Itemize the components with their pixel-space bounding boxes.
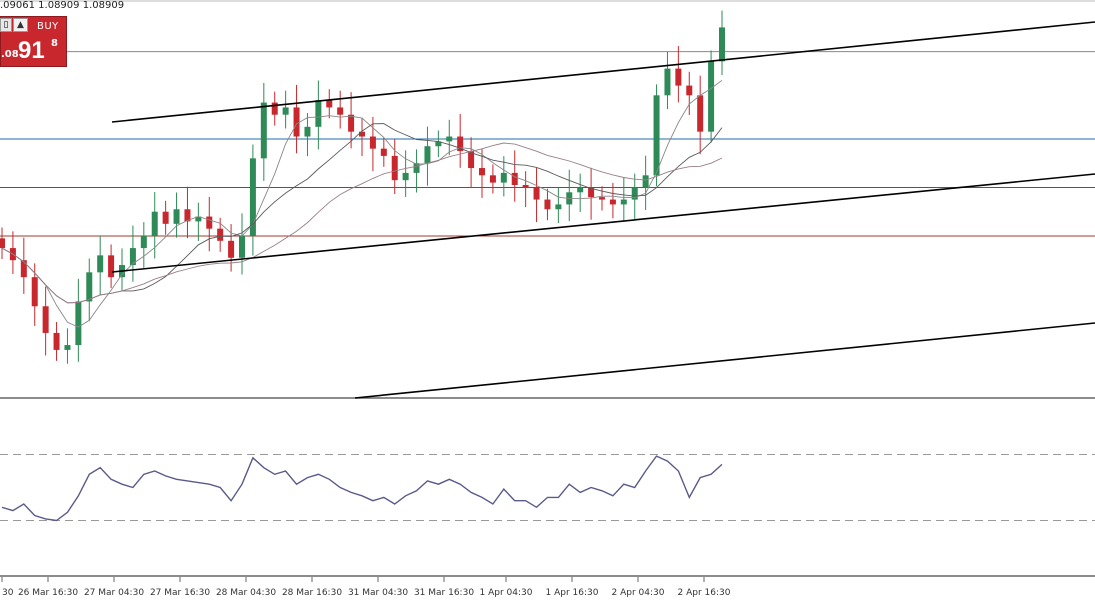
time-tick-label: 2 Apr 16:30 <box>678 588 731 598</box>
candle-body <box>489 175 496 183</box>
time-tick-label: 28 Mar 04:30 <box>216 588 276 598</box>
time-tick-label: 30 <box>2 588 14 598</box>
candle-body <box>446 136 453 142</box>
candle-body <box>664 68 671 96</box>
time-tick-label: 28 Mar 16:30 <box>282 588 342 598</box>
time-tick-label: 27 Mar 16:30 <box>150 588 210 598</box>
candle-body <box>413 163 420 173</box>
time-tick-label: 1 Apr 16:30 <box>546 588 599 598</box>
candle-body <box>140 235 147 249</box>
buy-price-superscript: 8 <box>51 38 58 49</box>
candle-body <box>402 172 409 181</box>
buy-price-big: 91 <box>18 37 45 64</box>
candle-body <box>348 114 355 132</box>
candle-body <box>239 235 245 258</box>
candle-body <box>326 100 333 108</box>
candle-body <box>675 68 682 86</box>
candle-body <box>609 199 616 205</box>
candle-body <box>533 187 540 200</box>
candle-body <box>522 185 529 188</box>
candle-body <box>97 255 104 273</box>
time-tick-label: 26 Mar 16:30 <box>18 588 78 598</box>
expand-arrow-icon[interactable]: ▲ <box>13 18 28 32</box>
candle-body <box>282 107 289 115</box>
candle-body <box>315 100 322 127</box>
time-tick-label: 27 Mar 04:30 <box>84 588 144 598</box>
candle-body <box>500 172 507 183</box>
candle-body <box>293 107 300 137</box>
candle-body <box>20 260 27 278</box>
candle-body <box>708 61 715 132</box>
candle-body <box>42 306 49 333</box>
candle-body <box>271 102 278 115</box>
candle-body <box>64 345 71 350</box>
candle-body <box>260 102 267 159</box>
time-tick-label: 31 Mar 16:30 <box>414 588 474 598</box>
candle-body <box>228 240 235 258</box>
lot-menu-button[interactable]: ▯ <box>0 18 12 32</box>
candle-body <box>369 136 376 149</box>
time-tick-label: 1 Apr 04:30 <box>480 588 533 598</box>
candle-body <box>642 175 649 188</box>
candle-body <box>173 209 180 224</box>
candle-body <box>686 85 693 96</box>
candle-body <box>75 301 82 346</box>
candle-body <box>0 238 5 249</box>
candle-body <box>337 107 344 115</box>
candle-body <box>86 272 93 302</box>
candle-body <box>697 95 704 132</box>
candle-body <box>653 95 660 176</box>
candle-body <box>511 172 518 186</box>
candle-body <box>555 204 562 210</box>
candle-body <box>304 126 311 137</box>
candle-body <box>151 211 158 236</box>
candle-body <box>31 277 38 307</box>
candle-body <box>620 199 627 205</box>
candle-body <box>577 187 584 193</box>
candle-body <box>599 197 605 200</box>
candle-body <box>206 216 213 229</box>
chart-background <box>0 0 1095 600</box>
one-click-trading-panel: BUY .08 91 8 ▯ ▲ <box>0 16 68 68</box>
candle-body <box>359 131 365 137</box>
ohlc-readout: .09061 1.08909 1.08909 <box>0 0 125 11</box>
candle-body <box>162 211 169 224</box>
candle-body <box>217 228 224 241</box>
time-tick-label: 31 Mar 04:30 <box>348 588 408 598</box>
buy-label: BUY <box>37 21 59 32</box>
candle-body <box>544 199 551 210</box>
candle-body <box>719 27 725 62</box>
candle-body <box>380 148 387 156</box>
candle-body <box>108 255 115 278</box>
candle-body <box>391 155 398 181</box>
candle-body <box>479 168 485 176</box>
price-chart: 30 26 Mar 16:30 27 Mar 04:30 27 Mar 16:30 28… <box>0 0 1095 600</box>
candle-body <box>424 146 431 164</box>
candle-body <box>53 332 60 350</box>
buy-price-prefix: .08 <box>1 49 19 60</box>
time-tick-label: 2 Apr 04:30 <box>612 588 665 598</box>
